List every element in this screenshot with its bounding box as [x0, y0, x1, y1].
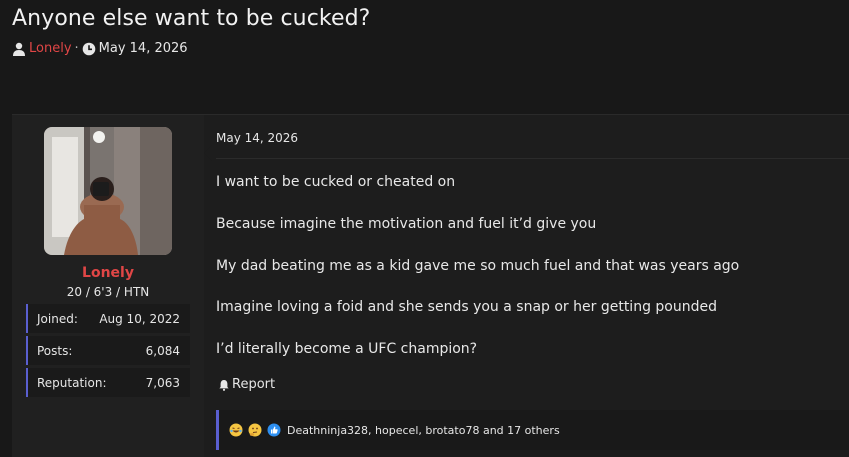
user-info-panel: Lonely 20 / 6'3 / HTN Joined: Aug 10, 20… [12, 115, 204, 457]
user-icon [12, 42, 26, 56]
post-container: Lonely 20 / 6'3 / HTN Joined: Aug 10, 20… [12, 114, 849, 457]
post-body-line: I want to be cucked or cheated on [216, 174, 456, 190]
stat-reputation: Reputation: 7,063 [26, 368, 190, 397]
thread-date[interactable]: May 14, 2026 [99, 41, 188, 56]
thread-title: Anyone else want to be cucked? [12, 6, 371, 31]
bell-icon [218, 379, 230, 391]
username-link[interactable]: Lonely [12, 265, 204, 281]
post-body-line: My dad beating me as a kid gave me so mu… [216, 258, 740, 274]
stat-value[interactable]: 6,084 [146, 344, 180, 358]
report-label: Report [232, 377, 276, 392]
reaction-users-link[interactable]: Deathninja328, hopecel, brotato78 and 17… [287, 424, 560, 437]
stat-posts: Posts: 6,084 [26, 336, 190, 365]
stat-label: Reputation: [37, 375, 107, 390]
thread-author-link[interactable]: Lonely [29, 41, 72, 56]
meta-separator: · [74, 41, 79, 56]
laughing-face-icon [229, 423, 243, 437]
post-body-line: Because imagine the motivation and fuel … [216, 216, 597, 232]
post-arrow [204, 145, 212, 161]
thinking-face-icon [248, 423, 262, 437]
post-date-link[interactable]: May 14, 2026 [216, 131, 298, 145]
stat-value: 7,063 [145, 375, 180, 390]
stat-label: Posts: [37, 343, 73, 358]
reactions-bar[interactable]: Deathninja328, hopecel, brotato78 and 17… [216, 410, 849, 450]
user-title: 20 / 6'3 / HTN [66, 285, 150, 299]
thumbs-up-icon [267, 423, 281, 437]
stat-joined: Joined: Aug 10, 2022 [26, 304, 190, 333]
stat-value: Aug 10, 2022 [99, 311, 180, 326]
post-body-line: I’d literally become a UFC champion? [216, 341, 478, 357]
stat-label: Joined: [37, 311, 78, 326]
report-button[interactable]: Report [218, 377, 275, 392]
thread-meta: Lonely · May 14, 2026 [12, 41, 188, 56]
avatar[interactable] [44, 127, 172, 255]
clock-icon [82, 42, 96, 56]
post-body-line: Imagine loving a foid and she sends you … [216, 299, 717, 315]
divider [216, 158, 849, 159]
